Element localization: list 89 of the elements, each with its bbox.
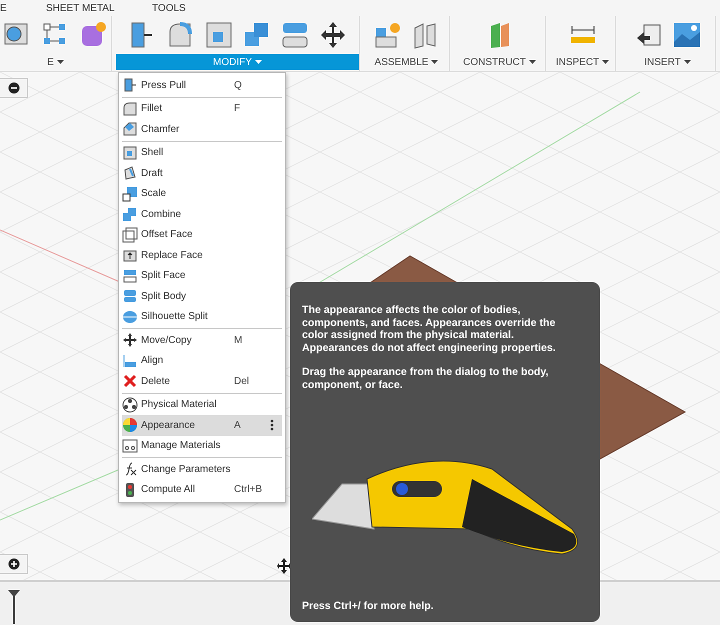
offset-face-icon xyxy=(122,226,138,243)
caret-icon xyxy=(684,60,691,64)
menu-shortcut: Ctrl+B xyxy=(234,484,262,496)
move-arrows-icon xyxy=(122,332,138,348)
menu-item-label: Silhouette Split xyxy=(141,311,209,322)
menu-item[interactable]: Scale xyxy=(122,184,282,204)
shell-icon[interactable] xyxy=(204,20,234,50)
toolbar-tab[interactable]: E xyxy=(0,2,46,14)
materials-panel-icon xyxy=(122,438,138,454)
menu-item-label: Combine xyxy=(141,208,182,220)
more-options-icon[interactable] xyxy=(270,419,274,431)
menu-shortcut: Q xyxy=(234,80,242,91)
toolbar-group-menu[interactable]: E xyxy=(0,54,111,70)
toolbar-group-menu[interactable]: INSPECT xyxy=(550,54,615,70)
scale-icon xyxy=(122,186,138,202)
silhouette-split-icon xyxy=(122,308,138,325)
caret-icon xyxy=(254,60,262,64)
delete-icon xyxy=(122,373,138,390)
color-wheel-icon xyxy=(122,417,138,434)
menu-item-label: Press Pull xyxy=(141,80,188,91)
tooltip-text: Drag the appearance from the dialog to the body, component, or face. xyxy=(302,366,550,391)
toolbar-tab[interactable]: TOOLS xyxy=(152,2,232,14)
chamfer-icon xyxy=(122,121,138,138)
menu-item[interactable]: Shell xyxy=(122,142,282,163)
caret-icon xyxy=(431,60,438,64)
shell-icon xyxy=(122,144,138,161)
menu-item-label: Move/Copy xyxy=(141,334,193,346)
split-body-icon[interactable] xyxy=(280,20,310,50)
menu-item-label: Compute All xyxy=(141,484,196,496)
menu-shortcut: F xyxy=(234,103,240,114)
menu-item[interactable]: Change Parameters xyxy=(122,459,282,480)
combine-icon xyxy=(122,206,138,222)
menu-item-label: Split Face xyxy=(141,270,186,282)
menu-item[interactable]: Split Face xyxy=(122,266,282,286)
menu-item-label: Change Parameters xyxy=(141,464,231,475)
move-cursor-icon xyxy=(277,558,291,574)
menu-item-label: Draft xyxy=(141,168,164,179)
menu-item[interactable]: Silhouette Split xyxy=(122,306,282,327)
tooltip-text: The appearance affects the color of bodies, components, and faces. Appearances override the color assigned from the physical material. Appearances do not affect engineering properties. xyxy=(302,304,557,354)
toolbar-group-menu[interactable]: CONSTRUCT xyxy=(454,54,545,70)
new-component-icon[interactable] xyxy=(372,20,402,50)
toolbar-group-menu[interactable]: ASSEMBLE xyxy=(364,54,449,70)
menu-item[interactable]: Appearance A xyxy=(122,415,282,436)
menu-item[interactable]: Chamfer xyxy=(122,119,282,140)
menu-item-label: Offset Face xyxy=(141,229,194,240)
menu-item[interactable]: Manage Materials xyxy=(122,436,282,456)
plus-circle-icon[interactable] xyxy=(8,558,20,570)
press-pull-icon xyxy=(122,77,138,94)
material-ball-icon xyxy=(122,396,138,413)
menu-shortcut: A xyxy=(234,420,241,431)
split-body-icon xyxy=(122,288,138,304)
menu-item-label: Physical Material xyxy=(141,399,218,410)
menu-item-label: Delete xyxy=(141,376,171,387)
draft-icon xyxy=(122,165,138,182)
menu-item[interactable]: Compute All Ctrl+B xyxy=(122,480,282,500)
caret-icon xyxy=(602,60,610,64)
menu-item-label: Replace Face xyxy=(141,250,204,261)
menu-item[interactable]: Split Body xyxy=(122,286,282,306)
menu-item-label: Align xyxy=(141,355,164,366)
menu-item-label: Split Body xyxy=(141,290,188,302)
menu-item-label: Chamfer xyxy=(141,124,180,135)
menu-item-label: Appearance xyxy=(141,420,196,431)
toolbar-tab[interactable]: SHEET METAL xyxy=(46,2,152,14)
menu-item-label: Fillet xyxy=(141,103,164,114)
menu-item-label: Manage Materials xyxy=(141,440,222,452)
menu-item[interactable]: Replace Face xyxy=(122,245,282,266)
menu-item[interactable]: Align xyxy=(122,350,282,371)
menu-item-label: Scale xyxy=(141,188,168,200)
align-icon xyxy=(122,352,138,369)
menu-shortcut: M xyxy=(234,334,242,346)
toolbar-group-menu[interactable]: INSERT xyxy=(620,54,715,70)
caret-icon xyxy=(528,60,536,64)
split-face-icon xyxy=(122,268,138,284)
menu-shortcut: Del xyxy=(234,376,250,387)
menu-item[interactable]: Press Pull Q xyxy=(122,75,282,96)
menu-item[interactable]: Delete Del xyxy=(122,371,282,392)
menu-item[interactable]: Fillet F xyxy=(122,98,282,119)
menu-item[interactable]: Draft xyxy=(122,163,282,184)
minus-circle-icon[interactable] xyxy=(8,82,20,94)
menu-item[interactable]: Combine xyxy=(122,204,282,224)
image-icon[interactable] xyxy=(672,20,702,50)
timeline-marker-icon[interactable] xyxy=(8,590,20,624)
menu-item[interactable]: Offset Face xyxy=(122,224,282,245)
menu-item[interactable]: Move/Copy M xyxy=(122,330,282,350)
menu-item[interactable]: Physical Material xyxy=(122,394,282,415)
fillet-icon xyxy=(122,100,138,117)
tooltip-help-text: Press Ctrl+/ for more help. xyxy=(302,600,435,612)
menu-item-label: Shell xyxy=(141,147,164,158)
caret-icon xyxy=(56,60,64,64)
